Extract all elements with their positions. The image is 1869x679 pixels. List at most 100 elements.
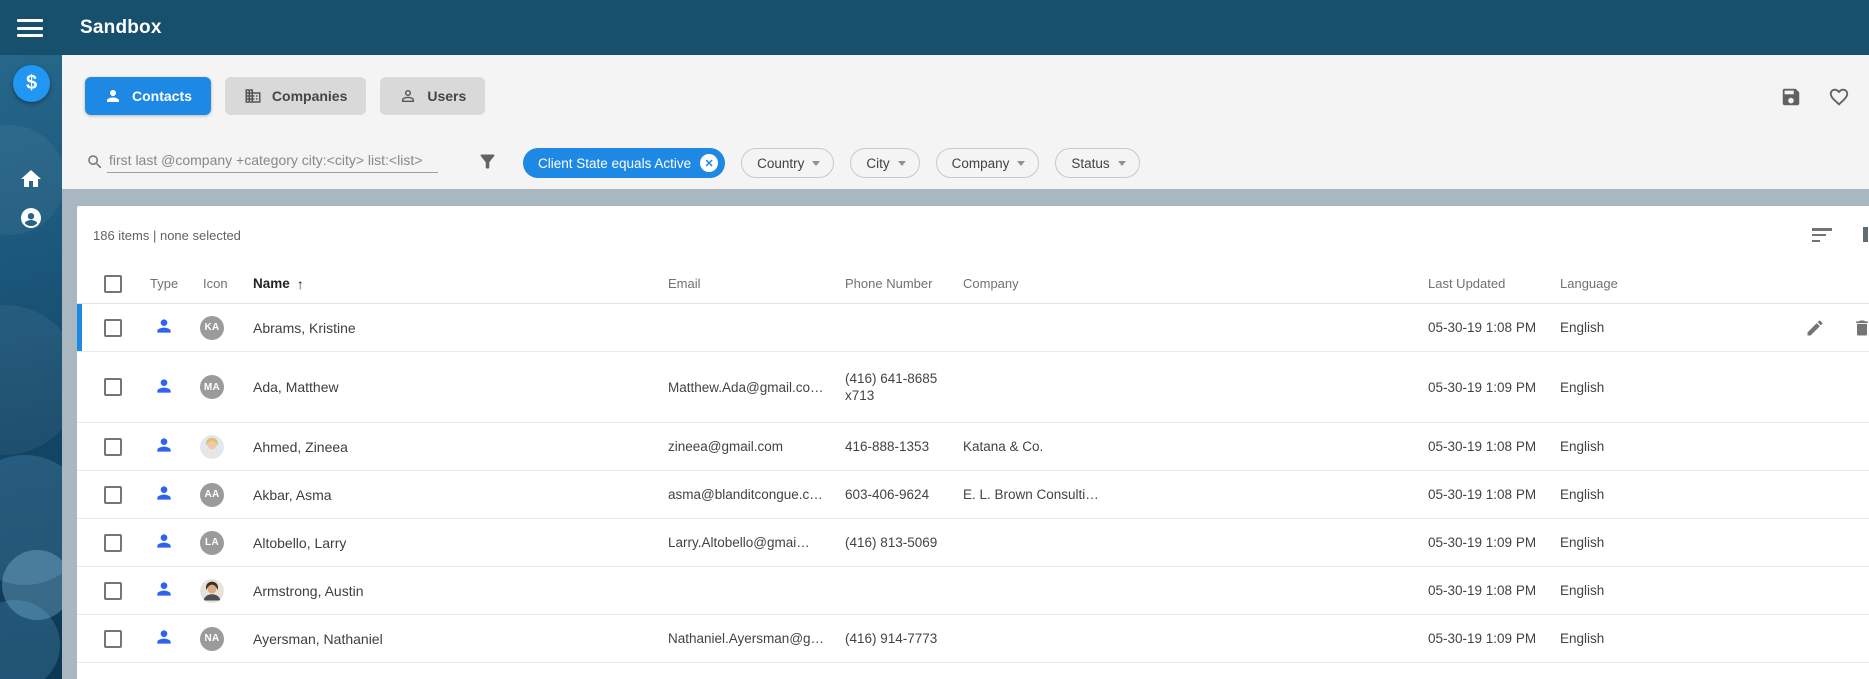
tab-label: Contacts	[132, 88, 192, 104]
table-row[interactable]: Ahmed, Zineea zineea@gmail.com 416-888-1…	[77, 423, 1869, 471]
contact-type-person-icon	[154, 316, 174, 336]
tab-companies[interactable]: Companies	[225, 77, 366, 115]
sort-icon[interactable]	[1812, 228, 1834, 243]
tab-label: Users	[427, 88, 466, 104]
contact-last-updated: 05-30-19 1:09 PM	[1428, 535, 1560, 550]
filter-dropdown-city[interactable]: City	[850, 148, 919, 178]
filter-dropdown-country[interactable]: Country	[741, 148, 834, 178]
contact-phone: (416) 813-5069	[845, 534, 963, 551]
filter-dropdown-status[interactable]: Status	[1055, 148, 1139, 178]
search-field	[107, 147, 438, 173]
contact-type-person-icon	[154, 579, 174, 599]
chip-label: City	[866, 156, 889, 171]
table-toolbar: 186 items | none selected	[77, 206, 1869, 264]
row-checkbox[interactable]	[104, 630, 122, 648]
avatar-initials: AA	[204, 489, 219, 500]
column-header-company[interactable]: Company	[963, 276, 1428, 291]
column-header-phone[interactable]: Phone Number	[845, 276, 963, 291]
edit-pencil-icon[interactable]	[1805, 318, 1825, 338]
filter-chips: Client State equals Active ✕ Country Cit…	[523, 148, 1140, 178]
sidebar: $	[0, 55, 62, 679]
contact-language: English	[1560, 380, 1727, 395]
table-row[interactable]: MA Ada, Matthew Matthew.Ada@gmail.co… (4…	[77, 352, 1869, 423]
column-header-icon[interactable]: Icon	[185, 276, 241, 291]
table-body: KA Abrams, Kristine 05-30-19 1:08 PM Eng…	[77, 304, 1869, 663]
contact-type-person-icon	[154, 627, 174, 647]
person-outline-icon	[399, 87, 417, 105]
chevron-down-icon	[1017, 161, 1025, 166]
contact-language: English	[1560, 631, 1727, 646]
avatar-initials: MA	[204, 382, 220, 393]
bokeh-decoration	[0, 305, 62, 455]
chip-close-icon[interactable]: ✕	[700, 154, 718, 172]
person-icon	[104, 87, 122, 105]
contact-last-updated: 05-30-19 1:09 PM	[1428, 380, 1560, 395]
filter-funnel-icon[interactable]	[477, 151, 498, 172]
contact-phone: (416) 641-8685 x713	[845, 370, 963, 404]
tab-label: Companies	[272, 88, 347, 104]
row-checkbox[interactable]	[104, 438, 122, 456]
tab-contacts[interactable]: Contacts	[85, 77, 211, 115]
contact-language: English	[1560, 583, 1727, 598]
column-header-language[interactable]: Language	[1560, 276, 1727, 291]
main-content: Contacts Companies Users Client State eq…	[62, 55, 1869, 679]
avatar-initials: KA	[204, 322, 219, 333]
chevron-down-icon	[812, 161, 820, 166]
contact-name[interactable]: Altobello, Larry	[241, 535, 668, 551]
avatar: LA	[200, 531, 224, 555]
row-checkbox[interactable]	[104, 319, 122, 337]
contact-email: zineea@gmail.com	[668, 439, 845, 454]
contact-email: asma@blanditcongue.c…	[668, 487, 845, 502]
dollar-icon[interactable]: $	[13, 65, 50, 102]
contact-type-person-icon	[154, 531, 174, 551]
column-header-name[interactable]: Name ↑	[241, 276, 668, 292]
home-icon[interactable]	[19, 167, 43, 191]
column-options-icon[interactable]	[1863, 227, 1868, 242]
column-header-type[interactable]: Type	[133, 276, 185, 291]
contact-last-updated: 05-30-19 1:08 PM	[1428, 320, 1560, 335]
search-input[interactable]	[107, 147, 438, 172]
contact-language: English	[1560, 439, 1727, 454]
table-row[interactable]: AA Akbar, Asma asma@blanditcongue.c… 603…	[77, 471, 1869, 519]
column-header-email[interactable]: Email	[668, 276, 845, 291]
contact-name[interactable]: Akbar, Asma	[241, 487, 668, 503]
contact-name[interactable]: Armstrong, Austin	[241, 583, 668, 599]
tab-users[interactable]: Users	[380, 77, 485, 115]
avatar-initials: LA	[205, 537, 219, 548]
column-header-last-updated[interactable]: Last Updated	[1428, 276, 1560, 291]
chevron-down-icon	[898, 161, 906, 166]
table-region: 186 items | none selected Type Icon Name…	[62, 189, 1869, 679]
contact-name[interactable]: Abrams, Kristine	[241, 320, 668, 336]
row-checkbox[interactable]	[104, 486, 122, 504]
contact-type-person-icon	[154, 376, 174, 396]
menu-icon[interactable]	[17, 19, 43, 37]
contact-phone: 416-888-1353	[845, 438, 963, 455]
contact-email: Matthew.Ada@gmail.co…	[668, 380, 845, 395]
table-row[interactable]: KA Abrams, Kristine 05-30-19 1:08 PM Eng…	[77, 304, 1869, 352]
row-checkbox[interactable]	[104, 534, 122, 552]
contact-email: Larry.Altobello@gmai…	[668, 535, 845, 550]
contact-name[interactable]: Ada, Matthew	[241, 379, 668, 395]
building-icon	[244, 87, 262, 105]
save-icon[interactable]	[1780, 86, 1802, 108]
favorite-heart-icon[interactable]	[1828, 86, 1850, 108]
chip-label: Company	[952, 156, 1010, 171]
top-app-bar: Sandbox	[0, 0, 1869, 55]
row-checkbox[interactable]	[104, 378, 122, 396]
delete-trash-icon[interactable]	[1852, 318, 1869, 338]
table-row[interactable]: Armstrong, Austin 05-30-19 1:08 PM Engli…	[77, 567, 1869, 615]
contact-company: Katana & Co.	[963, 439, 1428, 454]
select-all-checkbox[interactable]	[104, 275, 122, 293]
contacts-table-card: 186 items | none selected Type Icon Name…	[77, 206, 1869, 679]
contact-name[interactable]: Ayersman, Nathaniel	[241, 631, 668, 647]
active-filter-chip[interactable]: Client State equals Active ✕	[523, 148, 725, 178]
contact-type-person-icon	[154, 435, 174, 455]
contact-language: English	[1560, 487, 1727, 502]
table-row[interactable]: LA Altobello, Larry Larry.Altobello@gmai…	[77, 519, 1869, 567]
row-checkbox[interactable]	[104, 582, 122, 600]
filter-dropdown-company[interactable]: Company	[936, 148, 1040, 178]
account-icon[interactable]	[19, 206, 43, 230]
contact-name[interactable]: Ahmed, Zineea	[241, 439, 668, 455]
sort-ascending-icon: ↑	[297, 276, 304, 292]
table-row[interactable]: NA Ayersman, Nathaniel Nathaniel.Ayersma…	[77, 615, 1869, 663]
